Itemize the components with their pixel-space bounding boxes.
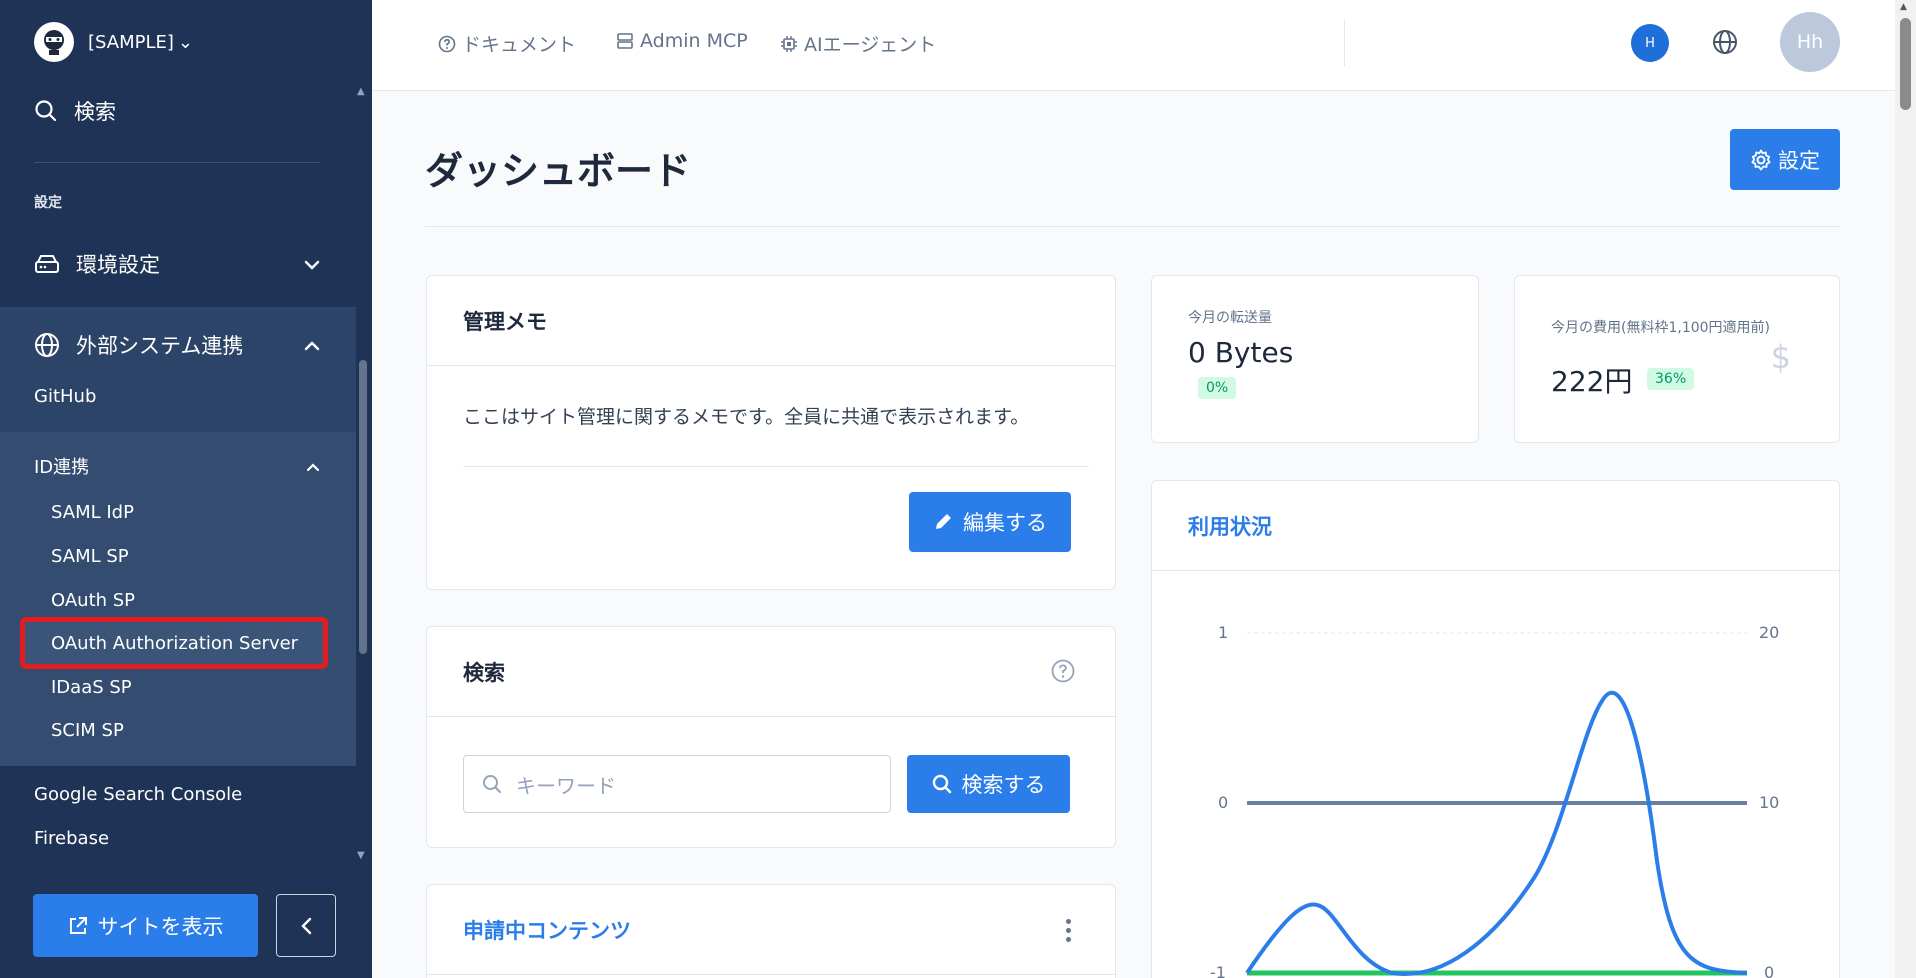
docs-link[interactable]: ドキュメント	[438, 30, 576, 57]
site-switcher[interactable]: [SAMPLE] ⌄	[34, 22, 193, 62]
chevron-down-icon	[304, 255, 320, 274]
chevron-up-icon	[306, 457, 320, 476]
view-site-button[interactable]: サイトを表示	[33, 894, 258, 957]
search-placeholder: キーワード	[516, 773, 616, 798]
language-globe-icon[interactable]	[1711, 28, 1739, 60]
settings-label: 設定	[1778, 148, 1820, 173]
sidebar-scrollbar[interactable]	[359, 360, 367, 654]
ai-agent-link[interactable]: AIエージェント	[780, 30, 936, 57]
sidebar-item-idaas-sp[interactable]: IDaaS SP	[51, 677, 132, 698]
topbar-separator	[1344, 20, 1345, 66]
help-circle-icon[interactable]	[1051, 659, 1075, 687]
window-scroll-up-icon[interactable]: ▲	[1900, 2, 1907, 12]
sidebar: [SAMPLE] ⌄ ▲ ▼ 検索 設定 環境設定 外部システム連携 GitHub…	[0, 0, 372, 978]
cost-label: 今月の費用(無料枠1,100円適用前)	[1551, 320, 1771, 336]
chevron-left-icon	[301, 917, 312, 934]
ai-agent-label: AIエージェント	[804, 34, 937, 56]
keyword-search-input[interactable]: キーワード	[463, 755, 891, 813]
sidebar-item-id-integration[interactable]: ID連携	[34, 453, 320, 479]
sidebar-item-saml-sp[interactable]: SAML SP	[51, 546, 129, 567]
search-button-label: 検索する	[961, 773, 1046, 797]
title-divider	[425, 226, 1840, 227]
globe-icon	[35, 333, 59, 357]
pending-card-header: 申請中コンテンツ	[427, 885, 1115, 975]
usage-series-line	[1245, 690, 1748, 976]
cost-badge: 36%	[1647, 368, 1695, 390]
sidebar-item-google-search-console[interactable]: Google Search Console	[34, 784, 242, 805]
memo-card-header: 管理メモ	[427, 276, 1115, 366]
chevron-down-icon: ⌄	[177, 31, 193, 53]
sidebar-item-label: 外部システム連携	[76, 334, 244, 358]
sidebar-section-label: 設定	[34, 195, 62, 211]
search-card-header: 検索	[427, 627, 1115, 717]
memo-divider	[463, 466, 1089, 467]
edit-memo-button[interactable]: 編集する	[909, 492, 1071, 552]
sidebar-item-oauth-sp[interactable]: OAuth SP	[51, 590, 135, 611]
help-circle-icon	[438, 35, 456, 52]
cpu-icon	[781, 35, 797, 52]
sidebar-divider	[34, 162, 320, 163]
admin-mcp-link[interactable]: Admin MCP	[616, 30, 748, 52]
sidebar-item-external-integration[interactable]: 外部システム連携	[34, 330, 320, 360]
view-site-label: サイトを表示	[97, 914, 224, 939]
page-title: ダッシュボード	[425, 149, 692, 193]
dollar-icon: $	[1770, 338, 1791, 376]
sidebar-scroll-down-icon[interactable]: ▼	[357, 850, 365, 861]
site-logo-icon	[34, 22, 74, 62]
sidebar-item-firebase[interactable]: Firebase	[34, 828, 109, 849]
window-scroll-thumb[interactable]	[1900, 18, 1911, 110]
pending-title[interactable]: 申請中コンテンツ	[463, 915, 631, 945]
site-avatar-badge[interactable]: H	[1631, 24, 1669, 62]
search-icon	[932, 774, 951, 794]
usage-card: 利用状況 1 0 -1 20 10 0	[1151, 480, 1840, 978]
sidebar-item-label: ID連携	[34, 457, 90, 478]
search-submit-button[interactable]: 検索する	[907, 755, 1070, 813]
cost-stat-card: 今月の費用(無料枠1,100円適用前) 222円 36% $	[1514, 275, 1840, 443]
search-card: 検索 キーワード 検索する	[426, 626, 1116, 848]
search-title: 検索	[463, 661, 505, 685]
memo-card: 管理メモ ここはサイト管理に関するメモです。全員に共通で表示されます。 編集する	[426, 275, 1116, 590]
transfer-badge: 0%	[1198, 377, 1237, 399]
pending-content-card: 申請中コンテンツ	[426, 884, 1116, 978]
sidebar-item-label: 環境設定	[76, 253, 160, 277]
collapse-sidebar-button[interactable]	[276, 894, 336, 957]
external-link-icon	[69, 916, 87, 934]
docs-label: ドキュメント	[462, 34, 577, 56]
sidebar-scroll-up-icon[interactable]: ▲	[357, 86, 365, 97]
usage-chart	[1245, 632, 1748, 976]
admin-mcp-label: Admin MCP	[640, 30, 748, 52]
search-icon	[35, 100, 57, 122]
sidebar-item-saml-idp[interactable]: SAML IdP	[51, 502, 134, 523]
sidebar-search-label: 検索	[74, 100, 116, 124]
site-name: [SAMPLE]	[88, 31, 174, 53]
sidebar-item-scim-sp[interactable]: SCIM SP	[51, 720, 124, 741]
gear-icon	[1751, 149, 1771, 170]
settings-button[interactable]: 設定	[1730, 129, 1840, 190]
memo-text: ここはサイト管理に関するメモです。全員に共通で表示されます。	[463, 406, 1030, 428]
transfer-value: 0 Bytes	[1188, 336, 1294, 369]
transfer-stat-card: 今月の転送量 0 Bytes 0%	[1151, 275, 1479, 443]
cost-value: 222円	[1551, 365, 1633, 398]
pencil-icon	[936, 514, 951, 529]
sidebar-item-github[interactable]: GitHub	[34, 386, 96, 407]
server-icon	[35, 255, 59, 273]
user-avatar[interactable]: Hh	[1780, 12, 1840, 72]
memo-title: 管理メモ	[463, 310, 547, 334]
search-icon	[483, 775, 501, 793]
transfer-label: 今月の転送量	[1188, 310, 1272, 326]
window-scrollbar[interactable]	[1895, 0, 1916, 978]
sidebar-item-env-settings[interactable]: 環境設定	[34, 249, 320, 279]
server-icon	[617, 33, 633, 49]
sidebar-search[interactable]: 検索	[34, 96, 116, 126]
more-vertical-icon[interactable]	[1066, 919, 1071, 942]
edit-label: 編集する	[963, 511, 1047, 535]
sidebar-item-oauth-authorization-server[interactable]: OAuth Authorization Server	[51, 633, 298, 654]
chevron-up-icon	[304, 336, 320, 355]
